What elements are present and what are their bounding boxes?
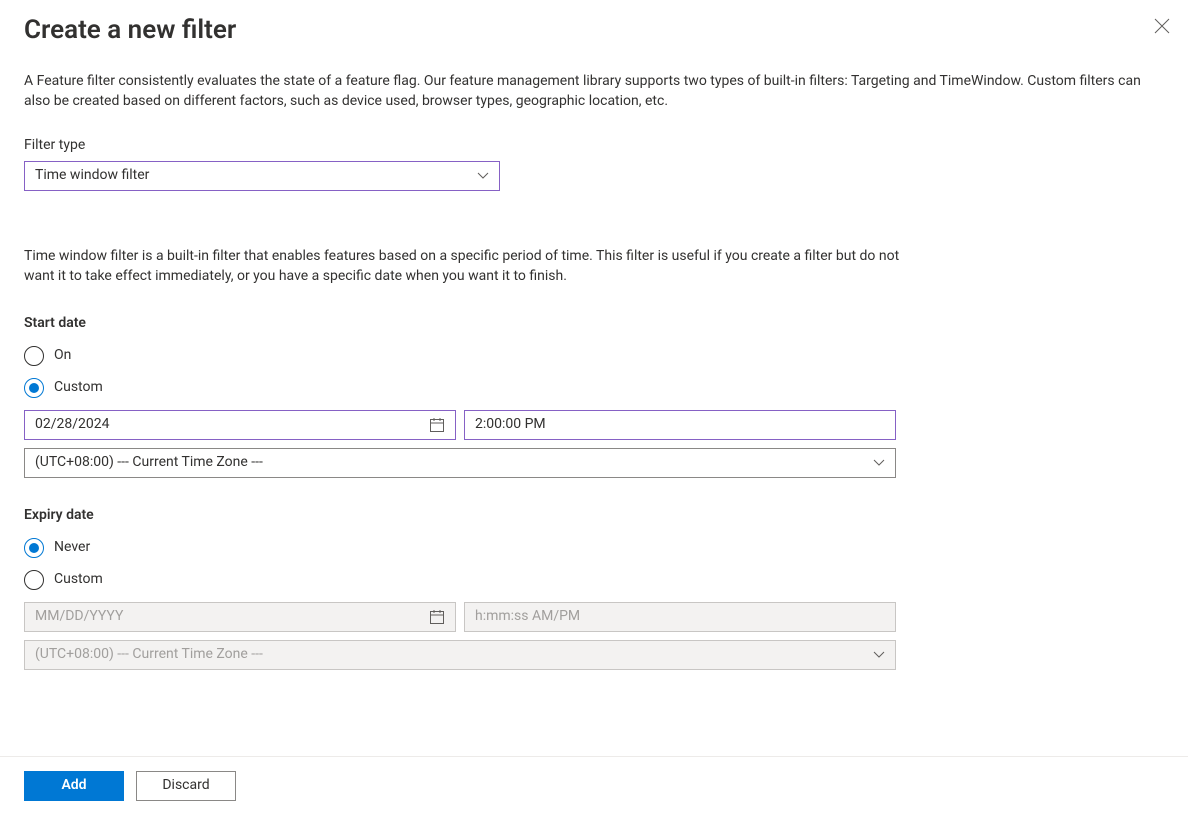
- expiry-date-title: Expiry date: [24, 506, 1164, 526]
- expiry-date-section: Expiry date Never Custom MM/DD/YYYY h:mm…: [24, 506, 1164, 670]
- expiry-time-input: h:mm:ss AM/PM: [464, 602, 896, 632]
- start-time-value: 2:00:00 PM: [475, 415, 546, 435]
- radio-label: Custom: [54, 570, 103, 590]
- start-date-input[interactable]: 02/28/2024: [24, 410, 456, 440]
- filter-type-help: Time window filter is a built-in filter …: [24, 247, 904, 286]
- radio-icon: [24, 378, 44, 398]
- calendar-icon: [429, 417, 445, 433]
- radio-icon: [24, 346, 44, 366]
- chevron-down-icon: [873, 457, 885, 469]
- filter-type-label: Filter type: [24, 136, 1164, 156]
- start-time-input[interactable]: 2:00:00 PM: [464, 410, 896, 440]
- discard-button[interactable]: Discard: [136, 771, 236, 801]
- start-date-radio-on[interactable]: On: [24, 346, 1164, 366]
- expiry-date-input: MM/DD/YYYY: [24, 602, 456, 632]
- page-title: Create a new filter: [24, 12, 1164, 48]
- filter-type-select[interactable]: Time window filter: [24, 161, 500, 191]
- create-filter-panel: Create a new filter A Feature filter con…: [0, 0, 1188, 815]
- start-date-title: Start date: [24, 314, 1164, 334]
- start-date-section: Start date On Custom 02/28/2024 2:00:00 …: [24, 314, 1164, 478]
- calendar-icon: [429, 609, 445, 625]
- start-timezone-select[interactable]: (UTC+08:00) --- Current Time Zone ---: [24, 448, 896, 478]
- expiry-time-placeholder: h:mm:ss AM/PM: [475, 607, 580, 627]
- filter-type-field: Filter type Time window filter: [24, 136, 1164, 220]
- radio-icon: [24, 538, 44, 558]
- start-date-radio-custom[interactable]: Custom: [24, 378, 1164, 398]
- footer-actions: Add Discard: [0, 756, 1188, 815]
- start-date-value: 02/28/2024: [35, 415, 110, 435]
- radio-label: Custom: [54, 378, 103, 398]
- close-icon: [1154, 18, 1170, 34]
- expiry-timezone-select: (UTC+08:00) --- Current Time Zone ---: [24, 640, 896, 670]
- close-button[interactable]: [1154, 18, 1170, 34]
- expiry-timezone-value: (UTC+08:00) --- Current Time Zone ---: [35, 645, 263, 665]
- radio-icon: [24, 570, 44, 590]
- expiry-date-radio-custom[interactable]: Custom: [24, 570, 1164, 590]
- start-timezone-value: (UTC+08:00) --- Current Time Zone ---: [35, 453, 263, 473]
- expiry-date-placeholder: MM/DD/YYYY: [35, 607, 123, 627]
- chevron-down-icon: [873, 649, 885, 661]
- radio-label: On: [54, 346, 71, 366]
- radio-label: Never: [54, 538, 90, 558]
- panel-description: A Feature filter consistently evaluates …: [24, 72, 1164, 111]
- add-button[interactable]: Add: [24, 771, 124, 801]
- filter-type-value: Time window filter: [35, 166, 149, 186]
- expiry-date-radio-never[interactable]: Never: [24, 538, 1164, 558]
- chevron-down-icon: [477, 170, 489, 182]
